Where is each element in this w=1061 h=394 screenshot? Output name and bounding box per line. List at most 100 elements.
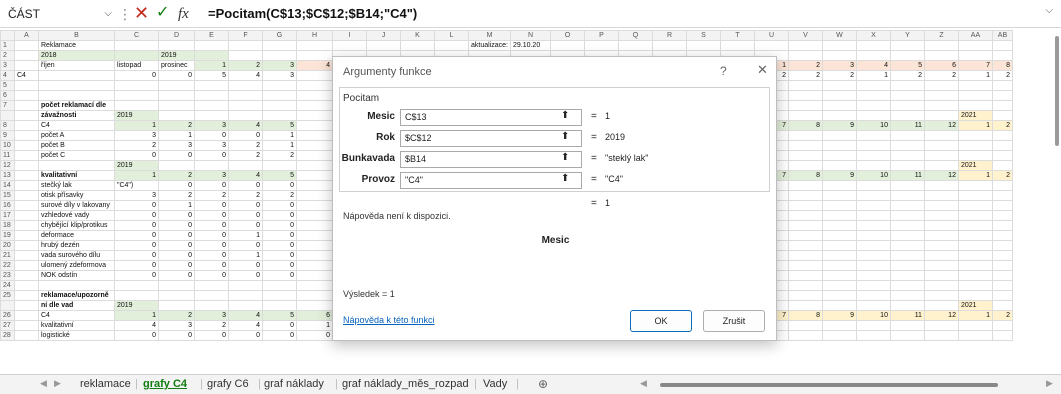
cell[interactable] [194,90,229,101]
cell[interactable]: 3 [262,60,297,71]
cell[interactable]: 8 [787,310,823,321]
cell[interactable] [262,90,297,101]
col-header[interactable]: M [468,30,511,41]
insert-function-icon[interactable]: fx [178,3,189,25]
cell[interactable]: 0 [228,130,263,141]
cell[interactable] [855,330,891,341]
cell[interactable] [855,110,891,121]
close-icon[interactable]: ✕ [757,62,768,78]
cell[interactable] [14,120,39,131]
cell[interactable] [957,330,993,341]
cell[interactable]: 0 [114,230,159,241]
row-header[interactable] [0,110,15,121]
cell[interactable]: 2 [228,150,263,161]
cell[interactable]: 0 [158,260,195,271]
cell[interactable]: NOK odstín [38,270,115,281]
cell[interactable] [923,210,959,221]
cell[interactable] [923,200,959,211]
cell[interactable] [923,320,959,331]
cell[interactable] [889,330,925,341]
cell[interactable] [957,180,993,191]
col-header[interactable]: E [194,30,229,41]
name-box[interactable]: ČÁST ⌵ [4,4,116,24]
col-header[interactable]: J [366,30,401,41]
cell[interactable] [991,140,1013,151]
cell[interactable]: 0 [194,210,229,221]
cell[interactable] [583,40,619,51]
cell[interactable] [991,200,1013,211]
col-header[interactable]: U [753,30,789,41]
cell[interactable]: 0 [296,330,333,341]
cell[interactable] [114,100,159,111]
cell[interactable] [14,250,39,261]
cell[interactable] [296,170,333,181]
cell[interactable]: 0 [114,240,159,251]
cell[interactable] [855,260,891,271]
cell[interactable] [923,280,959,291]
cell[interactable]: 8 [787,170,823,181]
cell[interactable]: 12 [923,170,959,181]
cell[interactable] [787,250,823,261]
confirm-icon[interactable]: ✓ [156,2,169,24]
col-header[interactable]: K [400,30,435,41]
row-header[interactable]: 13 [0,170,15,181]
cell[interactable] [262,40,297,51]
cell[interactable]: surové díly v lakovany [38,200,115,211]
cell[interactable] [194,110,229,121]
cell[interactable] [991,260,1013,271]
cell[interactable] [787,150,823,161]
row-header[interactable]: 12 [0,160,15,171]
cell[interactable] [889,280,925,291]
cell[interactable] [158,280,195,291]
cell[interactable] [855,80,891,91]
cell[interactable] [296,150,333,161]
cell[interactable]: 2021 [957,110,993,121]
cell[interactable]: 4 [228,120,263,131]
cell[interactable]: 1 [855,70,891,81]
cancel-button[interactable]: Zrušit [703,310,765,332]
cell[interactable] [991,320,1013,331]
cell[interactable] [821,180,857,191]
cell[interactable] [821,260,857,271]
col-header[interactable]: AB [991,30,1013,41]
cell[interactable] [855,270,891,281]
cell[interactable]: 7 [957,60,993,71]
cell[interactable] [787,320,823,331]
cell[interactable] [821,330,857,341]
cell[interactable] [228,300,263,311]
cell[interactable] [296,160,333,171]
row-header[interactable]: 24 [0,280,15,291]
cell[interactable]: 2019 [114,110,159,121]
cell[interactable]: 1 [262,140,297,151]
argument-input-bunkavada[interactable]: $B14 [400,151,582,168]
cell[interactable] [889,210,925,221]
cell[interactable] [923,220,959,231]
cell[interactable]: 3 [194,120,229,131]
cell[interactable]: C4 [38,310,115,321]
chevron-down-icon[interactable]: ⌵ [104,4,112,24]
cell[interactable] [262,160,297,171]
row-header[interactable]: 10 [0,140,15,151]
cell[interactable] [228,160,263,171]
cell[interactable]: kvalitativní [38,170,115,181]
cell[interactable]: 0 [114,270,159,281]
cell[interactable] [889,220,925,231]
col-header[interactable]: H [296,30,333,41]
cell[interactable]: vada surového dílu [38,250,115,261]
col-header[interactable]: R [651,30,687,41]
cell[interactable] [991,210,1013,221]
cell[interactable]: 1 [228,230,263,241]
cell[interactable]: 0 [194,200,229,211]
cell[interactable]: 5 [889,60,925,71]
row-header[interactable]: 27 [0,320,15,331]
cell[interactable]: 2 [991,310,1013,321]
cell[interactable] [991,190,1013,201]
cell[interactable] [14,110,39,121]
cell[interactable]: 2 [821,70,857,81]
cell[interactable] [855,230,891,241]
cell[interactable]: 0 [262,200,297,211]
cell[interactable] [923,180,959,191]
row-header[interactable]: 4 [0,70,15,81]
cell[interactable]: 0 [158,240,195,251]
cell[interactable]: 0 [114,200,159,211]
